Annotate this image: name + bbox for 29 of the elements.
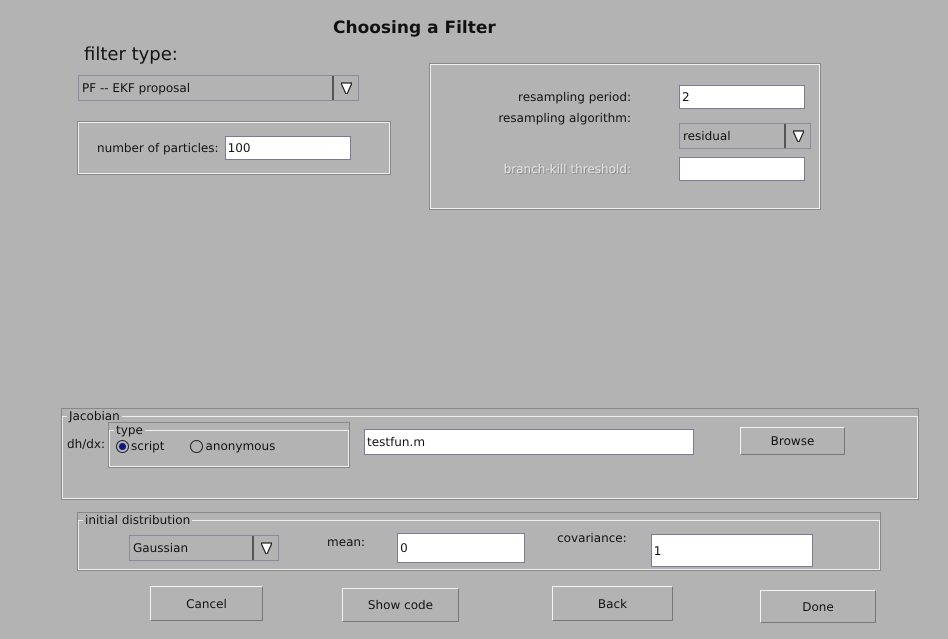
caret-icon bbox=[260, 542, 272, 554]
filter-type-dropdown[interactable]: PF -- EKF proposal bbox=[78, 75, 359, 101]
filter-type-label: filter type: bbox=[84, 44, 179, 65]
dialog-button[interactable]: Cancel bbox=[150, 586, 263, 621]
dialog-button[interactable]: Done bbox=[760, 590, 876, 623]
dialog-button[interactable]: Show code bbox=[342, 588, 459, 622]
dialog-title: Choosing a Filter bbox=[333, 18, 496, 38]
distribution-legend: initial distribution bbox=[83, 513, 192, 527]
type-legend: type bbox=[114, 423, 145, 437]
caret-icon bbox=[792, 130, 804, 142]
script-field[interactable]: testfun.m bbox=[364, 429, 694, 455]
particles-field[interactable]: 100 bbox=[224, 136, 351, 160]
distribution-dropdown[interactable]: Gaussian bbox=[129, 535, 279, 561]
field-label: resampling period: bbox=[517, 90, 631, 104]
input-field[interactable]: 2 bbox=[679, 85, 805, 109]
radio-option[interactable]: anonymous bbox=[190, 439, 276, 453]
mean-field[interactable]: 0 bbox=[397, 533, 526, 563]
algorithm-dropdown[interactable]: residual bbox=[679, 123, 811, 149]
field-label: resampling algorithm: bbox=[497, 111, 631, 125]
dhdx-label: dh/dx: bbox=[67, 437, 106, 451]
covariance-label: covariance: bbox=[557, 531, 627, 545]
mean-label: mean: bbox=[327, 535, 366, 549]
caret-icon bbox=[340, 82, 352, 94]
dialog-button[interactable]: Back bbox=[552, 586, 673, 621]
radio-option[interactable]: script bbox=[116, 439, 164, 453]
jacobian-legend: Jacobian bbox=[67, 409, 122, 423]
particles-label: number of particles: bbox=[97, 141, 219, 155]
covariance-field[interactable]: 1 bbox=[650, 534, 813, 567]
browse-button[interactable]: Browse bbox=[740, 427, 846, 455]
